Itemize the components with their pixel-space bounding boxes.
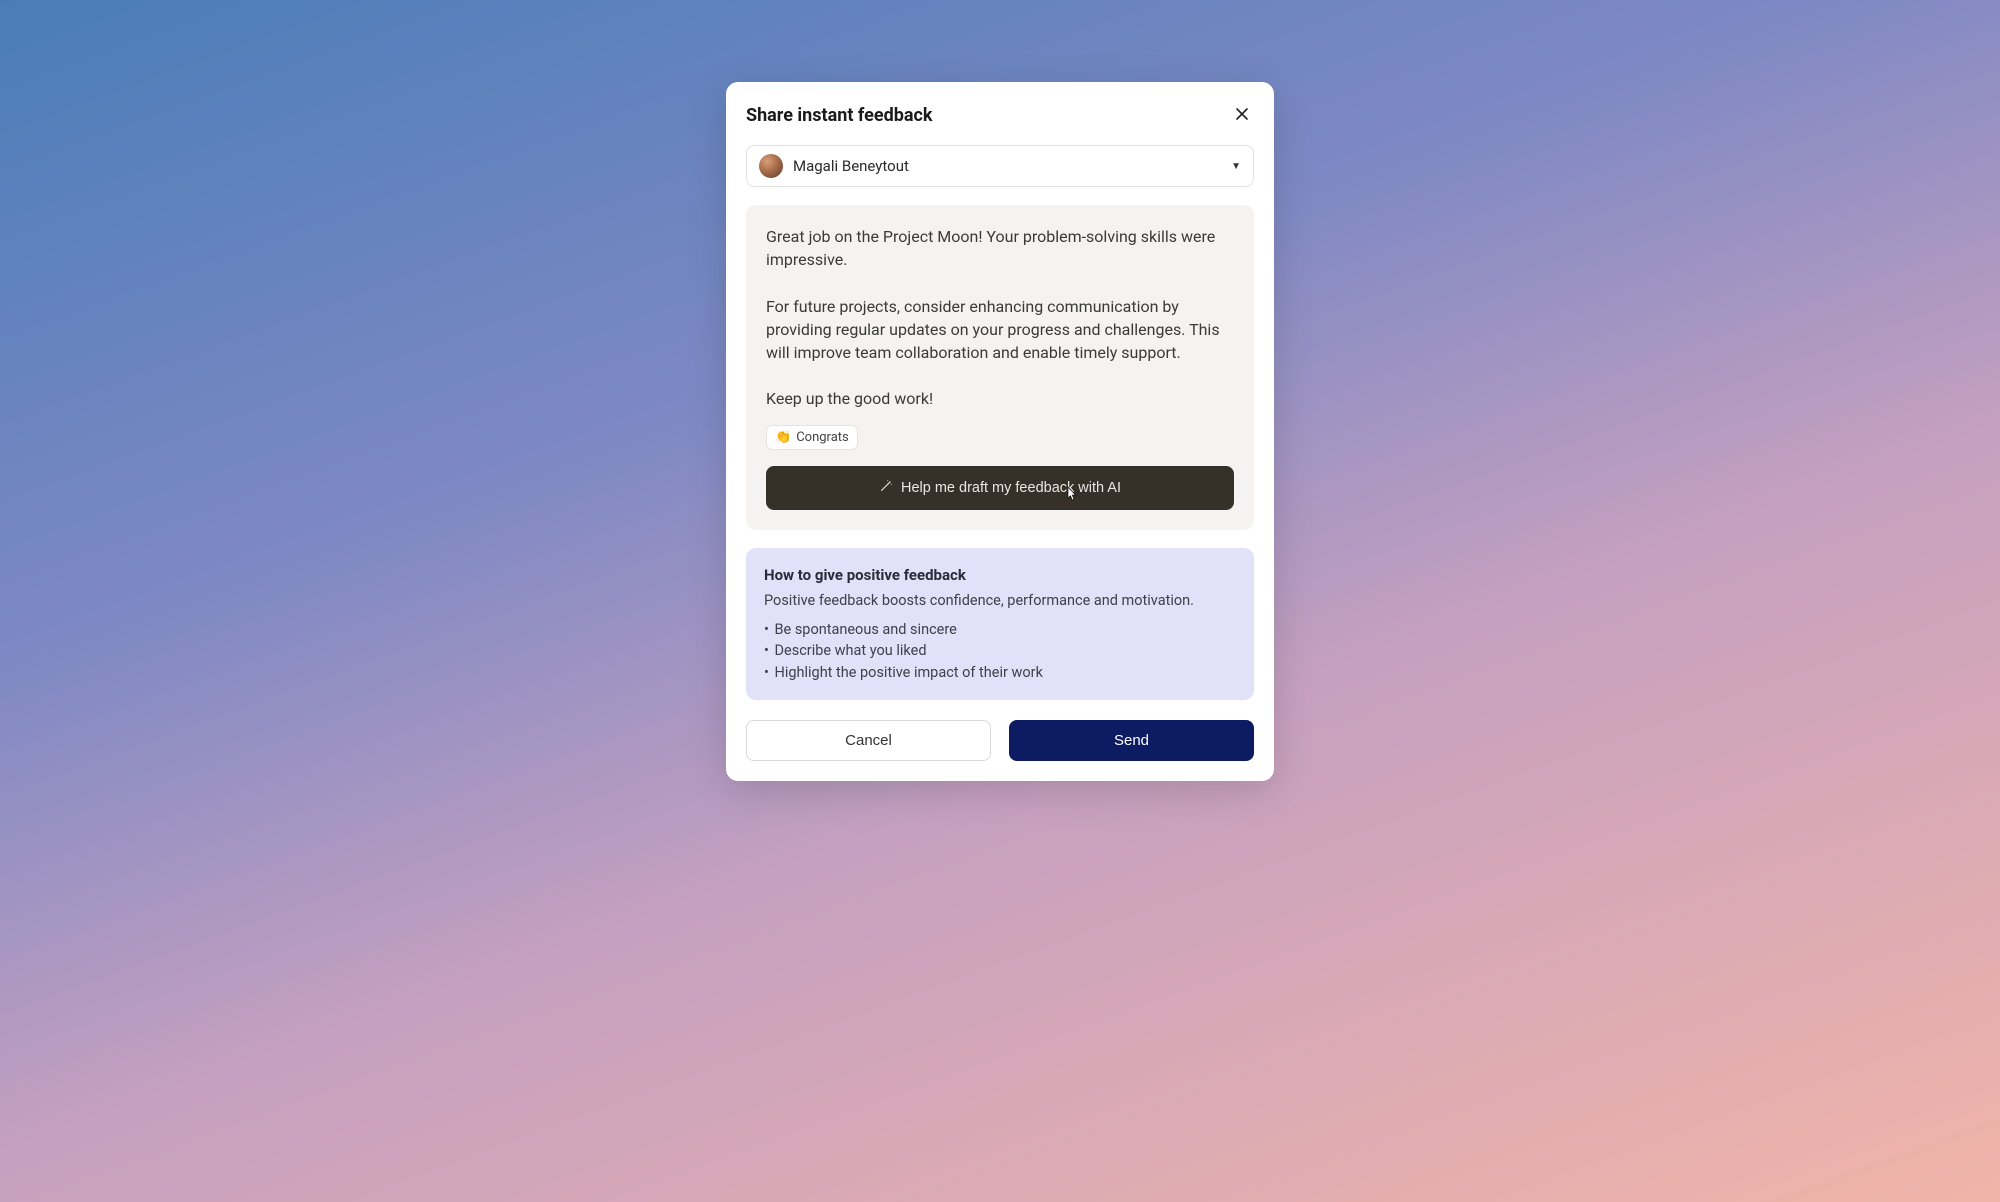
modal-header: Share instant feedback [746, 102, 1254, 129]
avatar [759, 154, 783, 178]
tips-list: Be spontaneous and sincere Describe what… [764, 619, 1236, 684]
feedback-area: Great job on the Project Moon! Your prob… [746, 205, 1254, 530]
magic-wand-icon [879, 479, 893, 497]
tips-title: How to give positive feedback [764, 566, 1236, 584]
feedback-tag[interactable]: 👏 Congrats [766, 425, 858, 450]
tips-list-item: Highlight the positive impact of their w… [764, 662, 1236, 684]
ai-draft-button[interactable]: Help me draft my feedback with AI [766, 466, 1234, 510]
chevron-down-icon: ▼ [1231, 161, 1241, 172]
send-button[interactable]: Send [1009, 720, 1254, 761]
close-button[interactable] [1230, 102, 1254, 129]
tips-description: Positive feedback boosts confidence, per… [764, 592, 1236, 609]
clap-icon: 👏 [775, 430, 791, 445]
ai-draft-label: Help me draft my feedback with AI [901, 480, 1121, 496]
tips-list-item: Describe what you liked [764, 640, 1236, 662]
tips-panel: How to give positive feedback Positive f… [746, 548, 1254, 700]
tips-list-item: Be spontaneous and sincere [764, 619, 1236, 641]
close-icon [1234, 106, 1250, 125]
feedback-modal: Share instant feedback Magali Beneytout … [726, 82, 1274, 781]
recipient-select[interactable]: Magali Beneytout ▼ [746, 145, 1254, 187]
cancel-button[interactable]: Cancel [746, 720, 991, 761]
modal-actions: Cancel Send [746, 720, 1254, 761]
feedback-tag-label: Congrats [796, 430, 849, 445]
modal-title: Share instant feedback [746, 105, 932, 126]
recipient-name: Magali Beneytout [793, 157, 1231, 175]
feedback-textarea[interactable]: Great job on the Project Moon! Your prob… [766, 225, 1234, 411]
